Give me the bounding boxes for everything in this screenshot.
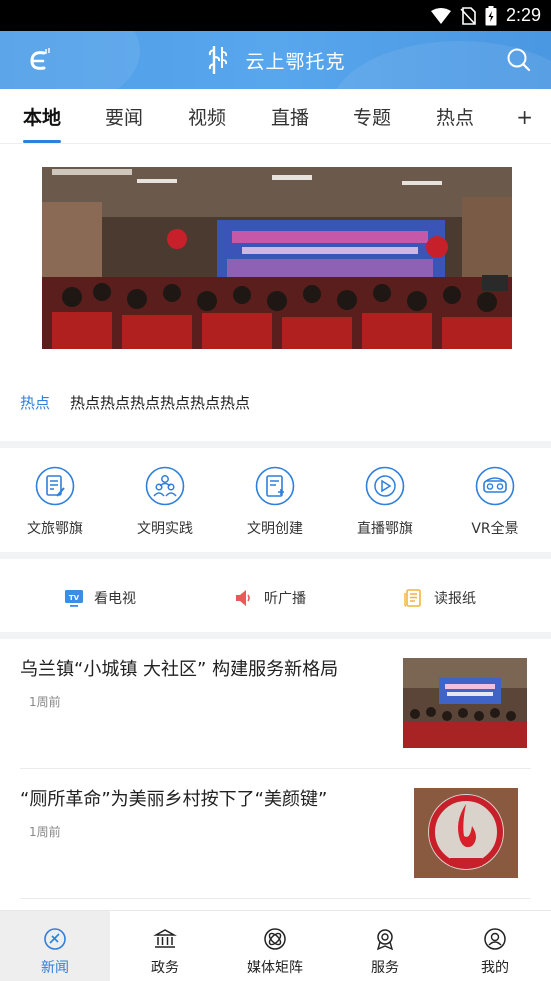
listen-radio-button[interactable]: 听广播 (234, 587, 306, 609)
banner-photo (42, 167, 512, 349)
tab-local[interactable]: 本地 (12, 89, 72, 144)
quick-link-label: 文明实践 (137, 521, 193, 537)
quick-link-civilization-building[interactable]: 文明创建 (220, 452, 330, 538)
quick-link-vr-panorama[interactable]: VR全景 (440, 452, 550, 538)
quick-link-label: VR全景 (471, 521, 519, 537)
hot-text: 热点热点热点热点热点热点 (70, 393, 251, 412)
app-title: 云上鄂托克 (245, 50, 346, 73)
status-time: 2:29 (505, 5, 541, 25)
nav-profile[interactable]: 我的 (440, 911, 550, 981)
section-divider (0, 552, 551, 559)
service-icon (376, 929, 394, 951)
hot-tag: 热点 (20, 393, 51, 412)
channel-tab-bar: 本地 要闻 视频 直播 专题 热点 + (0, 89, 551, 144)
battery-icon (485, 5, 497, 25)
nav-media-matrix[interactable]: 媒体矩阵 (220, 911, 330, 981)
media-matrix-icon (264, 928, 286, 950)
nav-label: 媒体矩阵 (247, 960, 303, 976)
nav-label: 新闻 (41, 960, 69, 976)
section-divider (0, 632, 551, 639)
media-label: 读报纸 (434, 591, 476, 607)
tab-live[interactable]: 直播 (260, 89, 320, 144)
media-label: 听广播 (264, 591, 306, 607)
add-channel-button[interactable]: + (516, 89, 533, 144)
tab-video[interactable]: 视频 (177, 89, 237, 144)
tv-icon: TV (65, 590, 83, 607)
watch-tv-button[interactable]: TV 看电视 (64, 587, 136, 609)
nav-government[interactable]: 政务 (110, 911, 220, 981)
nav-service[interactable]: 服务 (330, 911, 440, 981)
news-time: 1周前 (29, 825, 61, 839)
nav-label: 政务 (151, 960, 179, 976)
people-icon (145, 466, 185, 506)
news-time: 1周前 (29, 695, 61, 709)
nav-label: 我的 (481, 960, 509, 976)
media-label: 看电视 (94, 591, 136, 607)
vr-goggles-icon (475, 466, 515, 506)
news-thumbnail (403, 658, 527, 748)
quick-links-row: 文旅鄂旗 文明实践 文明创建 直播鄂旗 VR全景 (0, 452, 551, 552)
bottom-navigation: 新闻 政务 媒体矩阵 服务 我的 (0, 910, 551, 981)
tab-trending[interactable]: 热点 (425, 89, 485, 144)
clipboard-add-icon (255, 466, 295, 506)
quick-link-label: 文旅鄂旗 (27, 521, 83, 537)
wifi-icon (430, 7, 451, 24)
news-icon (44, 928, 66, 950)
news-list-item[interactable]: “厕所革命”为美丽乡村按下了“美颜键” 1周前 (20, 769, 531, 899)
quick-link-live-broadcast[interactable]: 直播鄂旗 (330, 452, 440, 538)
document-edit-icon (35, 466, 75, 506)
quick-link-culture-tourism[interactable]: 文旅鄂旗 (0, 452, 110, 538)
tab-special[interactable]: 专题 (342, 89, 402, 144)
read-newspaper-button[interactable]: 读报纸 (404, 587, 476, 609)
news-title: “厕所革命”为美丽乡村按下了“美颜键” (20, 789, 328, 810)
mongolian-script-icon (209, 46, 228, 74)
search-icon[interactable] (505, 46, 533, 74)
quick-link-label: 文明创建 (247, 521, 303, 537)
status-icons: 2:29 (430, 4, 541, 27)
banner-image[interactable] (42, 167, 512, 349)
nav-label: 服务 (371, 960, 399, 976)
nav-news[interactable]: 新闻 (0, 911, 110, 981)
newspaper-icon (404, 589, 421, 607)
svg-text:TV: TV (69, 594, 80, 602)
quick-link-civilization-practice[interactable]: 文明实践 (110, 452, 220, 538)
hot-news-ticker[interactable]: 热点 热点热点热点热点热点热点 (20, 390, 530, 414)
active-tab-indicator (23, 140, 61, 143)
play-circle-icon (365, 466, 405, 506)
tab-headlines[interactable]: 要闻 (94, 89, 154, 144)
quick-link-label: 直播鄂旗 (357, 521, 413, 537)
no-sim-icon (460, 6, 476, 25)
speaker-icon (236, 590, 250, 606)
app-header: 云上鄂托克 (0, 31, 551, 89)
media-links-row: TV 看电视 听广播 读报纸 (0, 560, 551, 634)
status-bar: 2:29 (0, 0, 551, 31)
news-title: 乌兰镇“小城镇 大社区” 构建服务新格局 (20, 659, 339, 680)
profile-icon (484, 928, 506, 950)
news-thumbnail (414, 788, 518, 878)
news-list-item[interactable]: 乌兰镇“小城镇 大社区” 构建服务新格局 1周前 (20, 639, 531, 769)
section-divider (0, 441, 551, 448)
government-icon (153, 929, 177, 948)
